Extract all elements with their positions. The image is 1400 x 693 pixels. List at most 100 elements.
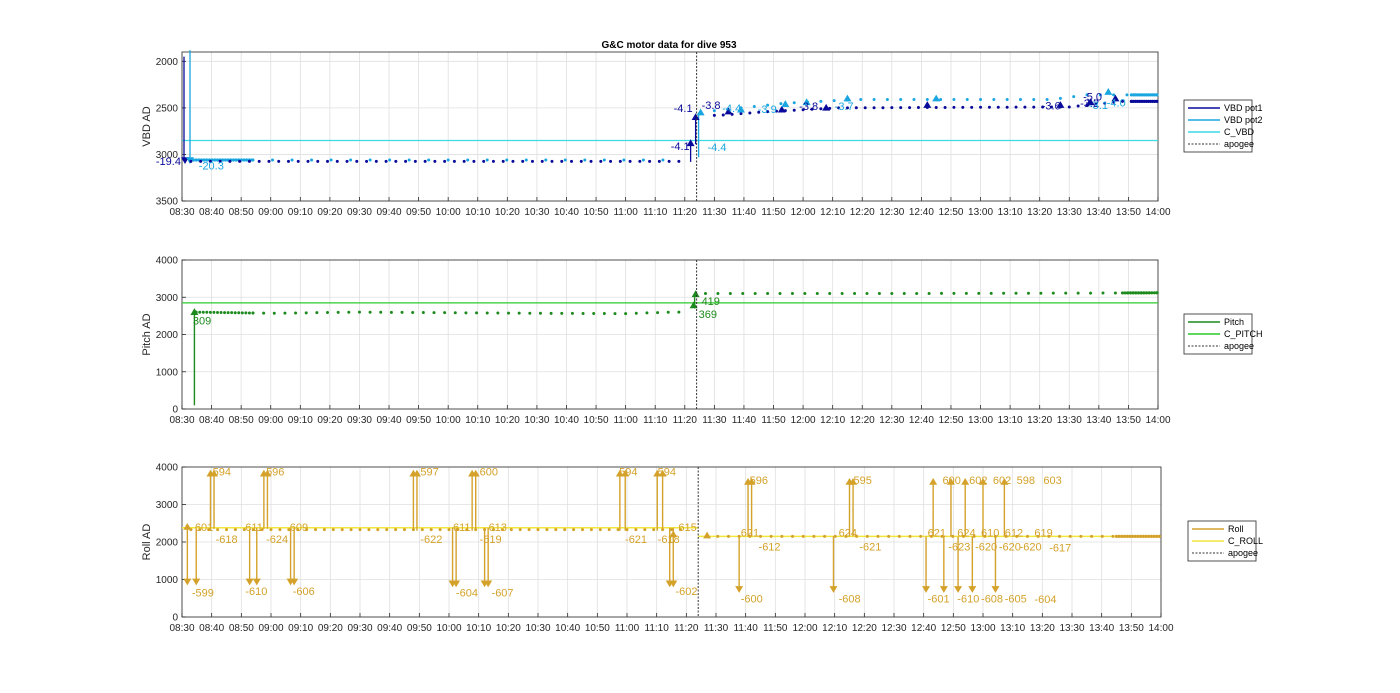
x-tick-label: 09:20: [317, 207, 342, 218]
roll-point: [322, 528, 326, 532]
pitch-point: [803, 292, 807, 296]
pitch-point: [517, 311, 521, 315]
roll-point: [518, 528, 522, 532]
x-tick-label: 09:40: [377, 623, 402, 634]
vbd-pot1-point: [433, 159, 437, 163]
x-tick-label: 10:40: [555, 623, 580, 634]
vbd-pot1-point: [579, 159, 583, 163]
vbd-pot2-point: [622, 158, 626, 162]
x-tick-label: 12:10: [820, 207, 845, 218]
vbd-pot1-point: [443, 159, 447, 163]
vbd-pot1-point: [560, 159, 564, 163]
vbd-pot1-point: [1067, 105, 1071, 109]
x-tick-label: 08:40: [199, 415, 224, 426]
roll-point: [572, 528, 576, 532]
data-label: 610: [981, 528, 999, 540]
pitch-point: [233, 311, 237, 315]
data-label: -606: [293, 586, 315, 598]
vbd-pot2-point: [388, 158, 392, 162]
pitch-point: [766, 292, 770, 296]
x-tick-label: 12:10: [820, 415, 845, 426]
y-tick-label: 2000: [156, 538, 179, 549]
data-label: 594: [658, 467, 676, 479]
vbd-pot1-point: [899, 106, 903, 110]
vbd-pot2-point: [979, 97, 983, 101]
data-label: 309: [193, 316, 211, 328]
data-label: -617: [1049, 543, 1071, 555]
pitch-point: [485, 311, 489, 315]
x-tick-label: 08:50: [229, 415, 254, 426]
pitch-point: [283, 311, 287, 315]
vbd-pot1-point: [530, 159, 534, 163]
roll-point: [780, 534, 784, 538]
roll-point: [340, 528, 344, 532]
data-label: -612: [759, 542, 781, 554]
roll-point: [616, 528, 620, 532]
roll-point: [801, 534, 805, 538]
y-tick-label: 2000: [156, 330, 179, 341]
pitch-point: [247, 311, 251, 315]
vbd-pot1-point: [916, 106, 920, 110]
x-tick-label: 13:30: [1057, 207, 1082, 218]
vbd-pot2-point: [1032, 97, 1036, 101]
vbd-pot2-point: [563, 158, 567, 162]
vbd-pot1-point: [374, 159, 378, 163]
x-tick-label: 12:40: [911, 623, 936, 634]
pitch-point: [304, 311, 308, 315]
roll-point: [865, 534, 869, 538]
roll-point: [716, 534, 720, 538]
vbd-pot2-point: [641, 158, 645, 162]
x-tick-label: 11:30: [704, 623, 729, 634]
data-label: 619: [1034, 528, 1052, 540]
pitch-point: [198, 310, 202, 314]
vbd-pot2-point: [752, 104, 756, 108]
vbd-pot2-point: [912, 97, 916, 101]
roll-point: [509, 528, 513, 532]
vbd-pot2-point: [290, 158, 294, 162]
pitch-point: [728, 292, 732, 296]
pitch-point: [592, 312, 596, 316]
vbd-pot2-point: [583, 158, 587, 162]
pitch-point: [400, 310, 404, 314]
x-tick-label: 11:00: [615, 623, 640, 634]
roll-point: [394, 528, 398, 532]
data-label: -3.6: [1042, 101, 1061, 113]
x-tick-label: 10:40: [554, 415, 579, 426]
roll-point: [225, 528, 228, 532]
data-label: 600: [480, 467, 498, 479]
roll-point: [897, 534, 901, 538]
data-label: -3.1: [1089, 100, 1108, 112]
x-tick-label: 09:00: [258, 415, 283, 426]
roll-point: [349, 528, 353, 532]
data-label: 615: [678, 522, 696, 534]
pitch-point: [244, 311, 248, 315]
pitch-point: [877, 292, 881, 296]
pitch-point: [624, 312, 628, 316]
data-marker-triangle: [929, 478, 938, 485]
data-label: 603: [1043, 475, 1061, 487]
x-tick-label: 13:00: [970, 623, 995, 634]
vbd-pot1-point: [677, 159, 681, 163]
data-marker-triangle: [829, 586, 838, 593]
vbd-pot1-point: [501, 159, 505, 163]
roll-point: [545, 528, 549, 532]
data-label: -4.4: [722, 103, 741, 115]
x-tick-label: 12:30: [879, 207, 904, 218]
pitch-point: [634, 311, 638, 315]
data-label: 611: [453, 522, 471, 534]
pitch-point: [1089, 291, 1093, 295]
roll-point: [527, 528, 531, 532]
data-marker-triangle: [932, 94, 941, 102]
roll-point: [554, 528, 558, 532]
x-tick-label: 12:00: [791, 207, 816, 218]
vbd-pot2-point: [368, 158, 372, 162]
vbd-pot1-point: [748, 111, 752, 115]
roll-point: [331, 528, 335, 532]
data-label: -4.1: [671, 141, 690, 153]
y-tick-label: 1000: [156, 367, 179, 378]
roll-point: [367, 528, 371, 532]
data-label: -618: [658, 534, 680, 546]
pitch-point: [223, 311, 227, 315]
pitch-point: [716, 292, 720, 296]
x-tick-label: 11:30: [702, 207, 727, 218]
